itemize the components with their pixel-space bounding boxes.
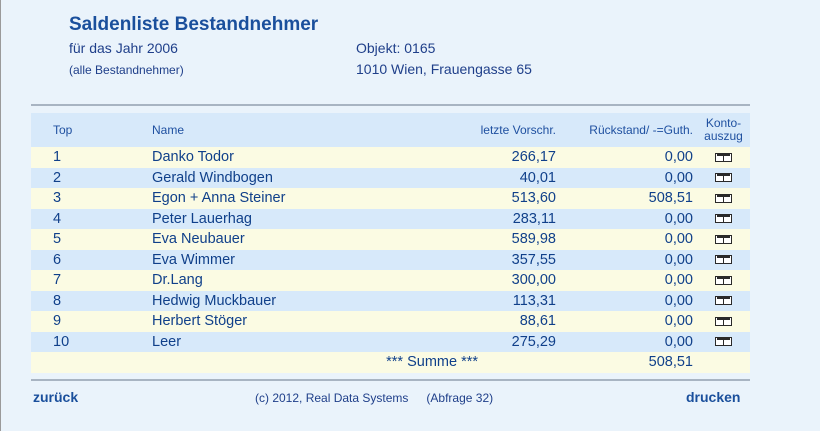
row-name: Danko Todor <box>150 147 440 168</box>
table-row: 9 Herbert Stöger 88,61 0,00 <box>31 311 750 332</box>
row-rueckstand: 0,00 <box>560 270 697 291</box>
copyright-text: (c) 2012, Real Data Systems <box>255 391 409 405</box>
column-header-name: Name <box>150 113 440 147</box>
column-header-kontoauszug: Konto- auszug <box>697 113 750 147</box>
print-link[interactable]: drucken <box>686 389 740 405</box>
row-rueckstand: 0,00 <box>560 229 697 250</box>
document-table-icon[interactable] <box>715 214 732 224</box>
row-rueckstand: 0,00 <box>560 290 697 311</box>
row-kontoauszug-cell <box>697 208 750 229</box>
row-vorschreibung: 40,01 <box>440 167 560 188</box>
sum-label: *** Summe *** <box>150 352 560 373</box>
row-kontoauszug-cell <box>697 147 750 168</box>
row-top: 2 <box>31 167 150 188</box>
sum-value: 508,51 <box>560 352 697 373</box>
document-table-icon[interactable] <box>715 275 732 285</box>
table-row: 7 Dr.Lang 300,00 0,00 <box>31 270 750 291</box>
row-rueckstand: 0,00 <box>560 331 697 352</box>
row-name: Hedwig Muckbauer <box>150 290 440 311</box>
row-name: Eva Wimmer <box>150 249 440 270</box>
column-header-vorschreibung: letzte Vorschr. <box>440 113 560 147</box>
row-vorschreibung: 513,60 <box>440 188 560 209</box>
row-vorschreibung: 357,55 <box>440 249 560 270</box>
row-vorschreibung: 300,00 <box>440 270 560 291</box>
table-row: 4 Peter Lauerhag 283,11 0,00 <box>31 208 750 229</box>
table-row: 8 Hedwig Muckbauer 113,31 0,00 <box>31 290 750 311</box>
sum-spacer <box>31 352 150 373</box>
row-rueckstand: 0,00 <box>560 208 697 229</box>
row-name: Egon + Anna Steiner <box>150 188 440 209</box>
document-table-icon[interactable] <box>715 316 732 326</box>
document-table-icon[interactable] <box>715 193 732 203</box>
table-row: 3 Egon + Anna Steiner 513,60 508,51 <box>31 188 750 209</box>
column-header-konto-line1: Konto- <box>705 116 742 130</box>
table-row: 1 Danko Todor 266,17 0,00 <box>31 147 750 168</box>
row-top: 6 <box>31 249 150 270</box>
row-name: Leer <box>150 331 440 352</box>
footer-info: (c) 2012, Real Data Systems (Abfrage 32) <box>255 391 493 405</box>
row-top: 1 <box>31 147 150 168</box>
row-top: 5 <box>31 229 150 250</box>
row-vorschreibung: 275,29 <box>440 331 560 352</box>
document-table-icon[interactable] <box>715 234 732 244</box>
row-kontoauszug-cell <box>697 290 750 311</box>
row-top: 3 <box>31 188 150 209</box>
row-name: Herbert Stöger <box>150 311 440 332</box>
sum-row: *** Summe *** 508,51 <box>31 352 750 373</box>
page-title: Saldenliste Bestandnehmer <box>69 14 319 35</box>
scope-line: (alle Bestandnehmer) <box>69 63 184 77</box>
divider-bottom <box>31 379 750 381</box>
row-kontoauszug-cell <box>697 188 750 209</box>
sum-spacer-end <box>697 352 750 373</box>
row-vorschreibung: 88,61 <box>440 311 560 332</box>
back-link[interactable]: zurück <box>33 389 78 405</box>
row-vorschreibung: 113,31 <box>440 290 560 311</box>
query-id-text: (Abfrage 32) <box>426 391 494 405</box>
row-kontoauszug-cell <box>697 249 750 270</box>
table-row: 10 Leer 275,29 0,00 <box>31 331 750 352</box>
document-table-icon[interactable] <box>715 255 732 265</box>
document-table-icon[interactable] <box>715 337 732 347</box>
table-row: 2 Gerald Windbogen 40,01 0,00 <box>31 167 750 188</box>
row-kontoauszug-cell <box>697 229 750 250</box>
row-top: 8 <box>31 290 150 311</box>
row-vorschreibung: 266,17 <box>440 147 560 168</box>
divider-top <box>31 104 750 106</box>
row-vorschreibung: 589,98 <box>440 229 560 250</box>
row-top: 4 <box>31 208 150 229</box>
row-name: Gerald Windbogen <box>150 167 440 188</box>
row-name: Dr.Lang <box>150 270 440 291</box>
column-header-rueckstand: Rückstand/ -=Guth. <box>560 113 697 147</box>
table-row: 5 Eva Neubauer 589,98 0,00 <box>31 229 750 250</box>
table-row: 6 Eva Wimmer 357,55 0,00 <box>31 249 750 270</box>
row-top: 10 <box>31 331 150 352</box>
row-name: Peter Lauerhag <box>150 208 440 229</box>
row-top: 9 <box>31 311 150 332</box>
object-line: Objekt: 0165 <box>356 40 436 56</box>
document-table-icon[interactable] <box>715 173 732 183</box>
window-left-edge <box>0 0 1 431</box>
row-rueckstand: 0,00 <box>560 147 697 168</box>
year-line: für das Jahr 2006 <box>69 40 178 56</box>
row-vorschreibung: 283,11 <box>440 208 560 229</box>
row-rueckstand: 0,00 <box>560 167 697 188</box>
row-name: Eva Neubauer <box>150 229 440 250</box>
row-rueckstand: 508,51 <box>560 188 697 209</box>
row-kontoauszug-cell <box>697 270 750 291</box>
table-header-row: Top Name letzte Vorschr. Rückstand/ -=Gu… <box>31 113 750 147</box>
saldo-table: Top Name letzte Vorschr. Rückstand/ -=Gu… <box>31 113 750 373</box>
row-kontoauszug-cell <box>697 167 750 188</box>
row-rueckstand: 0,00 <box>560 311 697 332</box>
column-header-konto-line2: auszug <box>704 129 743 143</box>
column-header-top: Top <box>31 113 150 147</box>
row-kontoauszug-cell <box>697 331 750 352</box>
address-line: 1010 Wien, Frauengasse 65 <box>356 61 532 77</box>
row-kontoauszug-cell <box>697 311 750 332</box>
row-rueckstand: 0,00 <box>560 249 697 270</box>
document-table-icon[interactable] <box>715 152 732 162</box>
row-top: 7 <box>31 270 150 291</box>
document-table-icon[interactable] <box>715 296 732 306</box>
